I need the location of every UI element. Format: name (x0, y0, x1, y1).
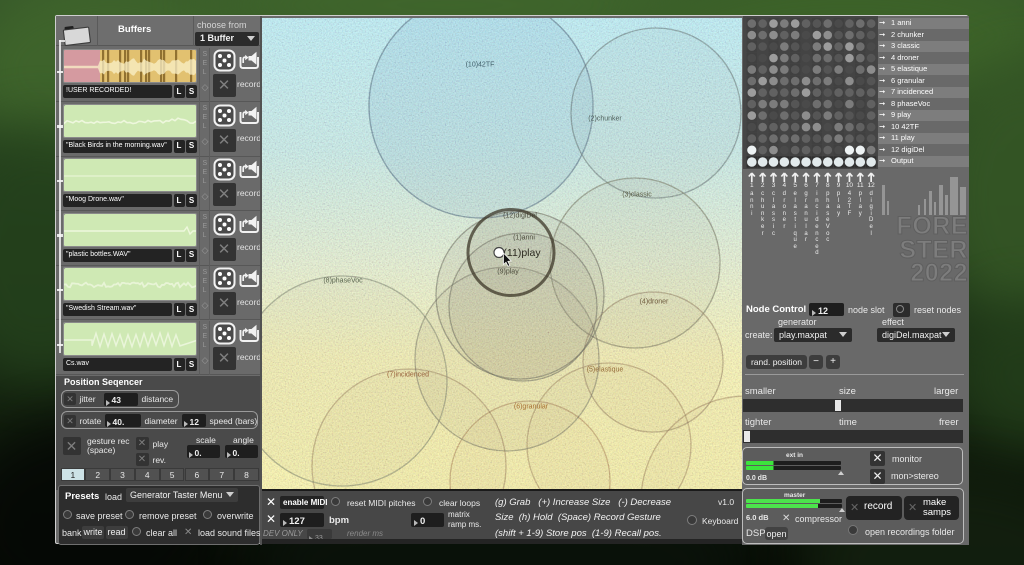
svg-text:(4)droner: (4)droner (640, 299, 669, 306)
svg-text:(8)phaseVoc: (8)phaseVoc (323, 278, 363, 285)
svg-text:(11)play: (11)play (503, 247, 541, 259)
svg-text:(7)incidenced: (7)incidenced (387, 372, 429, 379)
svg-text:(5)elastique: (5)elastique (587, 367, 624, 374)
svg-text:(3)classic: (3)classic (622, 192, 652, 199)
svg-text:(1)anni: (1)anni (513, 235, 535, 242)
svg-text:(9)play: (9)play (497, 269, 519, 276)
svg-text:(10)42TF: (10)42TF (466, 62, 495, 69)
svg-text:(12)digiDel: (12)digiDel (503, 213, 537, 220)
svg-text:(2)chunker: (2)chunker (588, 116, 622, 123)
svg-text:(6)granular: (6)granular (514, 404, 549, 411)
